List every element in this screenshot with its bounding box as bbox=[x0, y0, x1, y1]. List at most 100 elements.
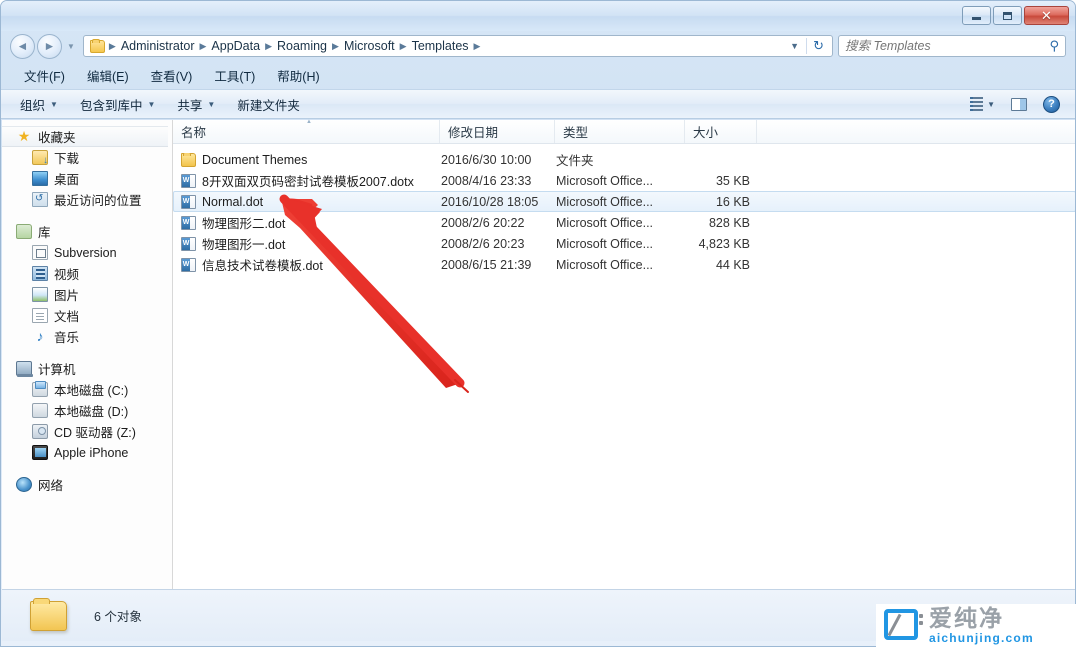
cell-date: 2008/2/6 20:22 bbox=[441, 216, 556, 230]
sidebar-item-apple-iphone[interactable]: Apple iPhone bbox=[2, 442, 172, 463]
sidebar-spacer bbox=[2, 463, 172, 474]
close-button[interactable]: ✕ bbox=[1024, 6, 1069, 25]
breadcrumb-microsoft[interactable]: Microsoft bbox=[340, 39, 399, 53]
file-name: 信息技术试卷模板.dot bbox=[202, 255, 323, 274]
menu-edit[interactable]: 编辑(E) bbox=[76, 63, 140, 88]
menu-file[interactable]: 文件(F) bbox=[13, 63, 76, 88]
sidebar-label-desktop: 桌面 bbox=[54, 169, 79, 188]
column-header-type[interactable]: 类型 bbox=[555, 120, 685, 143]
desktop-icon bbox=[32, 171, 48, 186]
sidebar-item-desktop[interactable]: 桌面 bbox=[2, 168, 172, 189]
cell-size: 4,823 KB bbox=[686, 237, 758, 251]
cell-name: 信息技术试卷模板.dot bbox=[174, 255, 441, 274]
search-box[interactable]: ⚲ bbox=[838, 35, 1066, 57]
search-icon: ⚲ bbox=[1049, 38, 1059, 54]
item-count-label: 6 个对象 bbox=[94, 606, 142, 625]
chevron-down-icon[interactable]: ▼ bbox=[783, 41, 806, 51]
minimize-button[interactable] bbox=[962, 6, 991, 25]
sidebar-label-local-disk-d: 本地磁盘 (D:) bbox=[54, 401, 128, 420]
view-list-icon bbox=[970, 97, 983, 111]
folder-icon bbox=[181, 153, 196, 167]
toolbar-right-group: ▼ ? bbox=[963, 92, 1067, 117]
table-row[interactable]: 信息技术试卷模板.dot 2008/6/15 21:39 Microsoft O… bbox=[173, 254, 1076, 275]
history-dropdown-icon[interactable]: ▼ bbox=[67, 42, 75, 51]
file-name: 物理图形一.dot bbox=[202, 234, 285, 253]
table-row[interactable]: 物理图形一.dot 2008/2/6 20:23 Microsoft Offic… bbox=[173, 233, 1076, 254]
cell-size: 35 KB bbox=[686, 174, 758, 188]
breadcrumb-administrator[interactable]: Administrator bbox=[117, 39, 199, 53]
change-view-button[interactable]: ▼ bbox=[963, 93, 1002, 115]
sidebar-label-pictures: 图片 bbox=[54, 285, 79, 304]
phone-icon bbox=[32, 445, 48, 460]
menu-tools[interactable]: 工具(T) bbox=[203, 63, 266, 88]
help-button[interactable]: ? bbox=[1036, 92, 1067, 117]
word-document-icon bbox=[181, 216, 196, 230]
organize-button[interactable]: 组织 ▼ bbox=[9, 90, 69, 119]
address-breadcrumb-bar[interactable]: ▶ Administrator ▶ AppData ▶ Roaming ▶ Mi… bbox=[83, 35, 833, 57]
explorer-body: ★ 收藏夹 下载 桌面 最近访问的位置 库 Subver bbox=[2, 120, 1076, 589]
maximize-button[interactable] bbox=[993, 6, 1022, 25]
preview-pane-button[interactable] bbox=[1004, 94, 1034, 115]
sidebar-item-music[interactable]: ♪ 音乐 bbox=[2, 326, 172, 347]
word-document-icon bbox=[181, 237, 196, 251]
table-row[interactable]: 物理图形二.dot 2008/2/6 20:22 Microsoft Offic… bbox=[173, 212, 1076, 233]
sidebar-item-favorites[interactable]: ★ 收藏夹 bbox=[2, 126, 168, 147]
minimize-icon bbox=[972, 17, 981, 20]
sidebar-item-network[interactable]: 网络 bbox=[2, 474, 172, 495]
forward-button[interactable]: ► bbox=[37, 34, 62, 59]
sidebar-item-libraries[interactable]: 库 bbox=[2, 221, 172, 242]
new-folder-label: 新建文件夹 bbox=[237, 95, 300, 114]
share-button[interactable]: 共享 ▼ bbox=[166, 90, 226, 119]
video-icon bbox=[32, 266, 48, 281]
table-row-selected[interactable]: Normal.dot 2016/10/28 18:05 Microsoft Of… bbox=[173, 191, 1076, 212]
pictures-icon bbox=[32, 287, 48, 302]
sidebar-item-videos[interactable]: 视频 bbox=[2, 263, 172, 284]
back-button[interactable]: ◄ bbox=[10, 34, 35, 59]
star-icon: ★ bbox=[16, 129, 32, 144]
sidebar-item-local-disk-d[interactable]: 本地磁盘 (D:) bbox=[2, 400, 172, 421]
recent-places-icon bbox=[32, 192, 48, 207]
sidebar-label-local-disk-c: 本地磁盘 (C:) bbox=[54, 380, 128, 399]
breadcrumb-templates[interactable]: Templates bbox=[408, 39, 473, 53]
sidebar-label-downloads: 下载 bbox=[54, 148, 79, 167]
sidebar-item-local-disk-c[interactable]: 本地磁盘 (C:) bbox=[2, 379, 172, 400]
file-name: 8开双面双页码密封试卷模板2007.dotx bbox=[202, 171, 414, 190]
sidebar-item-pictures[interactable]: 图片 bbox=[2, 284, 172, 305]
file-name: 物理图形二.dot bbox=[202, 213, 285, 232]
navigation-pane[interactable]: ★ 收藏夹 下载 桌面 最近访问的位置 库 Subver bbox=[2, 120, 173, 589]
refresh-icon[interactable]: ↻ bbox=[806, 38, 830, 54]
cell-name: 物理图形二.dot bbox=[174, 213, 441, 232]
chevron-down-icon: ▼ bbox=[147, 100, 155, 109]
sidebar-item-computer[interactable]: 计算机 bbox=[2, 358, 172, 379]
sidebar-label-cd-drive-z: CD 驱动器 (Z:) bbox=[54, 422, 136, 441]
column-header-name[interactable]: 名称 bbox=[173, 120, 440, 143]
chevron-down-icon: ▼ bbox=[207, 100, 215, 109]
breadcrumb-appdata[interactable]: AppData bbox=[207, 39, 264, 53]
aichunjing-logo-icon bbox=[884, 609, 920, 642]
menu-help[interactable]: 帮助(H) bbox=[266, 63, 330, 88]
sidebar-item-subversion[interactable]: Subversion bbox=[2, 242, 172, 263]
sidebar-item-downloads[interactable]: 下载 bbox=[2, 147, 172, 168]
sidebar-item-cd-drive-z[interactable]: CD 驱动器 (Z:) bbox=[2, 421, 172, 442]
music-icon: ♪ bbox=[32, 329, 48, 344]
close-icon: ✕ bbox=[1041, 9, 1052, 22]
column-header-date-modified[interactable]: 修改日期 bbox=[440, 120, 555, 143]
breadcrumb-roaming[interactable]: Roaming bbox=[273, 39, 331, 53]
search-input[interactable] bbox=[845, 39, 1049, 53]
include-in-library-button[interactable]: 包含到库中 ▼ bbox=[69, 90, 166, 119]
sidebar-item-recent-places[interactable]: 最近访问的位置 bbox=[2, 189, 172, 210]
menu-view[interactable]: 查看(V) bbox=[140, 63, 204, 88]
network-icon bbox=[16, 477, 32, 492]
system-drive-icon bbox=[32, 382, 48, 397]
sidebar-label-recent-places: 最近访问的位置 bbox=[54, 190, 142, 209]
table-row[interactable]: Document Themes 2016/6/30 10:00 文件夹 bbox=[173, 149, 1076, 170]
library-icon bbox=[16, 224, 32, 239]
title-bar: ✕ bbox=[1, 1, 1075, 31]
new-folder-button[interactable]: 新建文件夹 bbox=[226, 90, 311, 119]
file-list-pane: 名称 修改日期 类型 大小 Document Themes 2016/6/30 … bbox=[173, 120, 1076, 589]
column-header-size[interactable]: 大小 bbox=[685, 120, 757, 143]
table-row[interactable]: 8开双面双页码密封试卷模板2007.dotx 2008/4/16 23:33 M… bbox=[173, 170, 1076, 191]
sidebar-item-documents[interactable]: 文档 bbox=[2, 305, 172, 326]
column-header-filler bbox=[757, 120, 1076, 143]
cell-type: Microsoft Office... bbox=[556, 258, 686, 272]
